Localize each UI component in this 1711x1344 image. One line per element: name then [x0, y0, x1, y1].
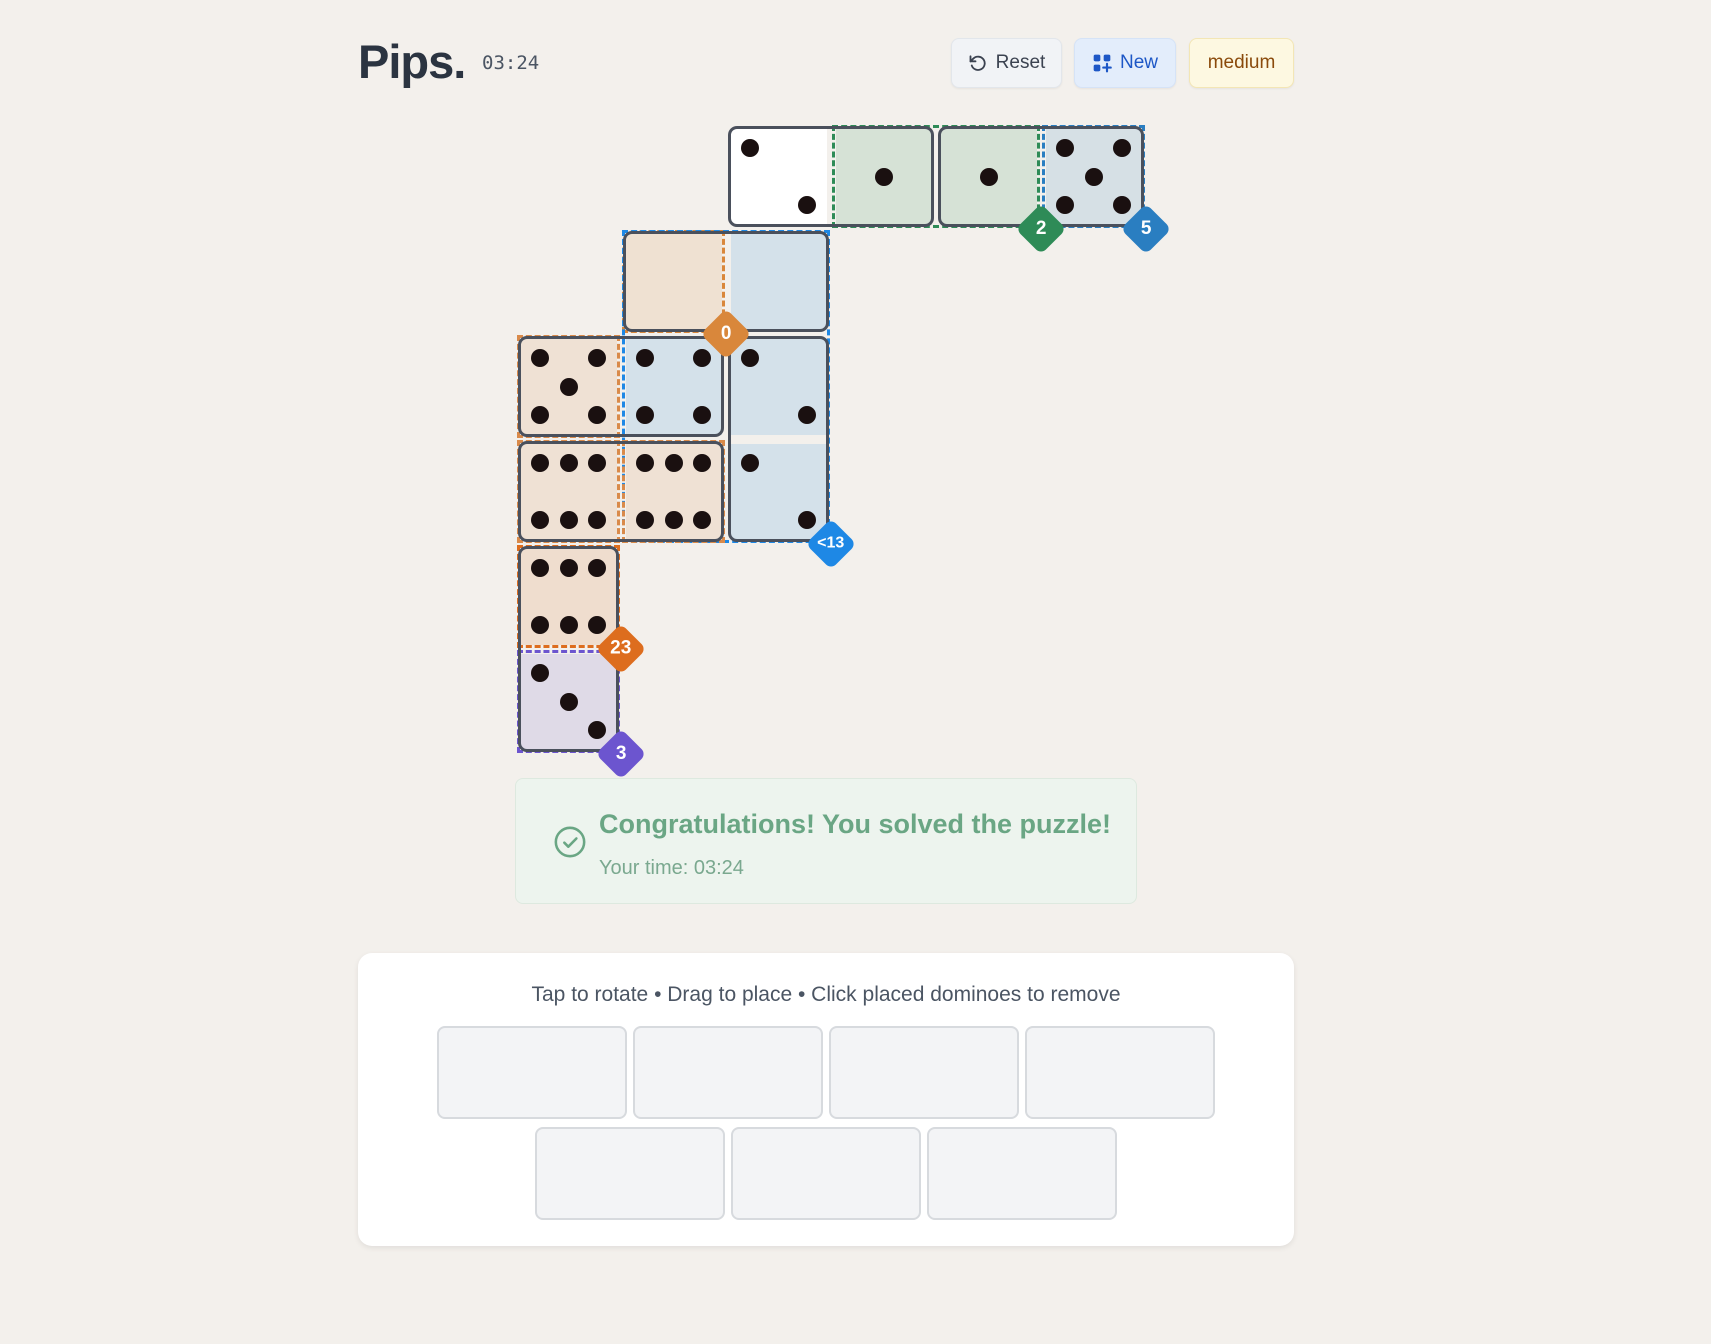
tray-slot[interactable]	[1025, 1026, 1215, 1119]
constraint-label: 2	[1035, 217, 1047, 239]
tray-slot[interactable]	[633, 1026, 823, 1119]
tray-hint: Tap to rotate • Drag to place • Click pl…	[531, 983, 1121, 1006]
new-game-button[interactable]: New	[1074, 38, 1176, 88]
placed-domino[interactable]	[728, 336, 829, 542]
difficulty-selector[interactable]: medium	[1189, 38, 1294, 88]
reset-label: Reset	[995, 52, 1046, 73]
game-timer: 03:24	[482, 52, 540, 74]
success-message: Congratulations! You solved the puzzle!	[599, 809, 1112, 839]
tray-slot[interactable]	[437, 1026, 627, 1119]
tray-slot[interactable]	[731, 1127, 921, 1220]
constraint-label: 23	[610, 637, 632, 659]
tray-slot[interactable]	[829, 1026, 1019, 1119]
constraint-label: 0	[720, 322, 732, 344]
grid-plus-icon	[1092, 53, 1112, 73]
tray-slot[interactable]	[927, 1127, 1117, 1220]
tray-slot[interactable]	[535, 1127, 725, 1220]
placed-domino[interactable]	[518, 336, 724, 437]
new-label: New	[1119, 52, 1158, 73]
placed-domino[interactable]	[728, 126, 934, 227]
check-circle-icon	[553, 825, 587, 864]
rotate-ccw-icon	[968, 53, 988, 73]
reset-button[interactable]: Reset	[951, 38, 1062, 88]
placed-domino[interactable]	[518, 441, 724, 542]
domino-tray: Tap to rotate • Drag to place • Click pl…	[358, 953, 1294, 1246]
constraint-label: 3	[615, 742, 627, 764]
game-title: Pips.	[358, 35, 466, 88]
success-banner: Congratulations! You solved the puzzle! …	[515, 778, 1137, 904]
success-time: Your time: 03:24	[599, 857, 744, 879]
constraint-label: <13	[817, 534, 845, 552]
constraint-label: 5	[1140, 217, 1152, 239]
